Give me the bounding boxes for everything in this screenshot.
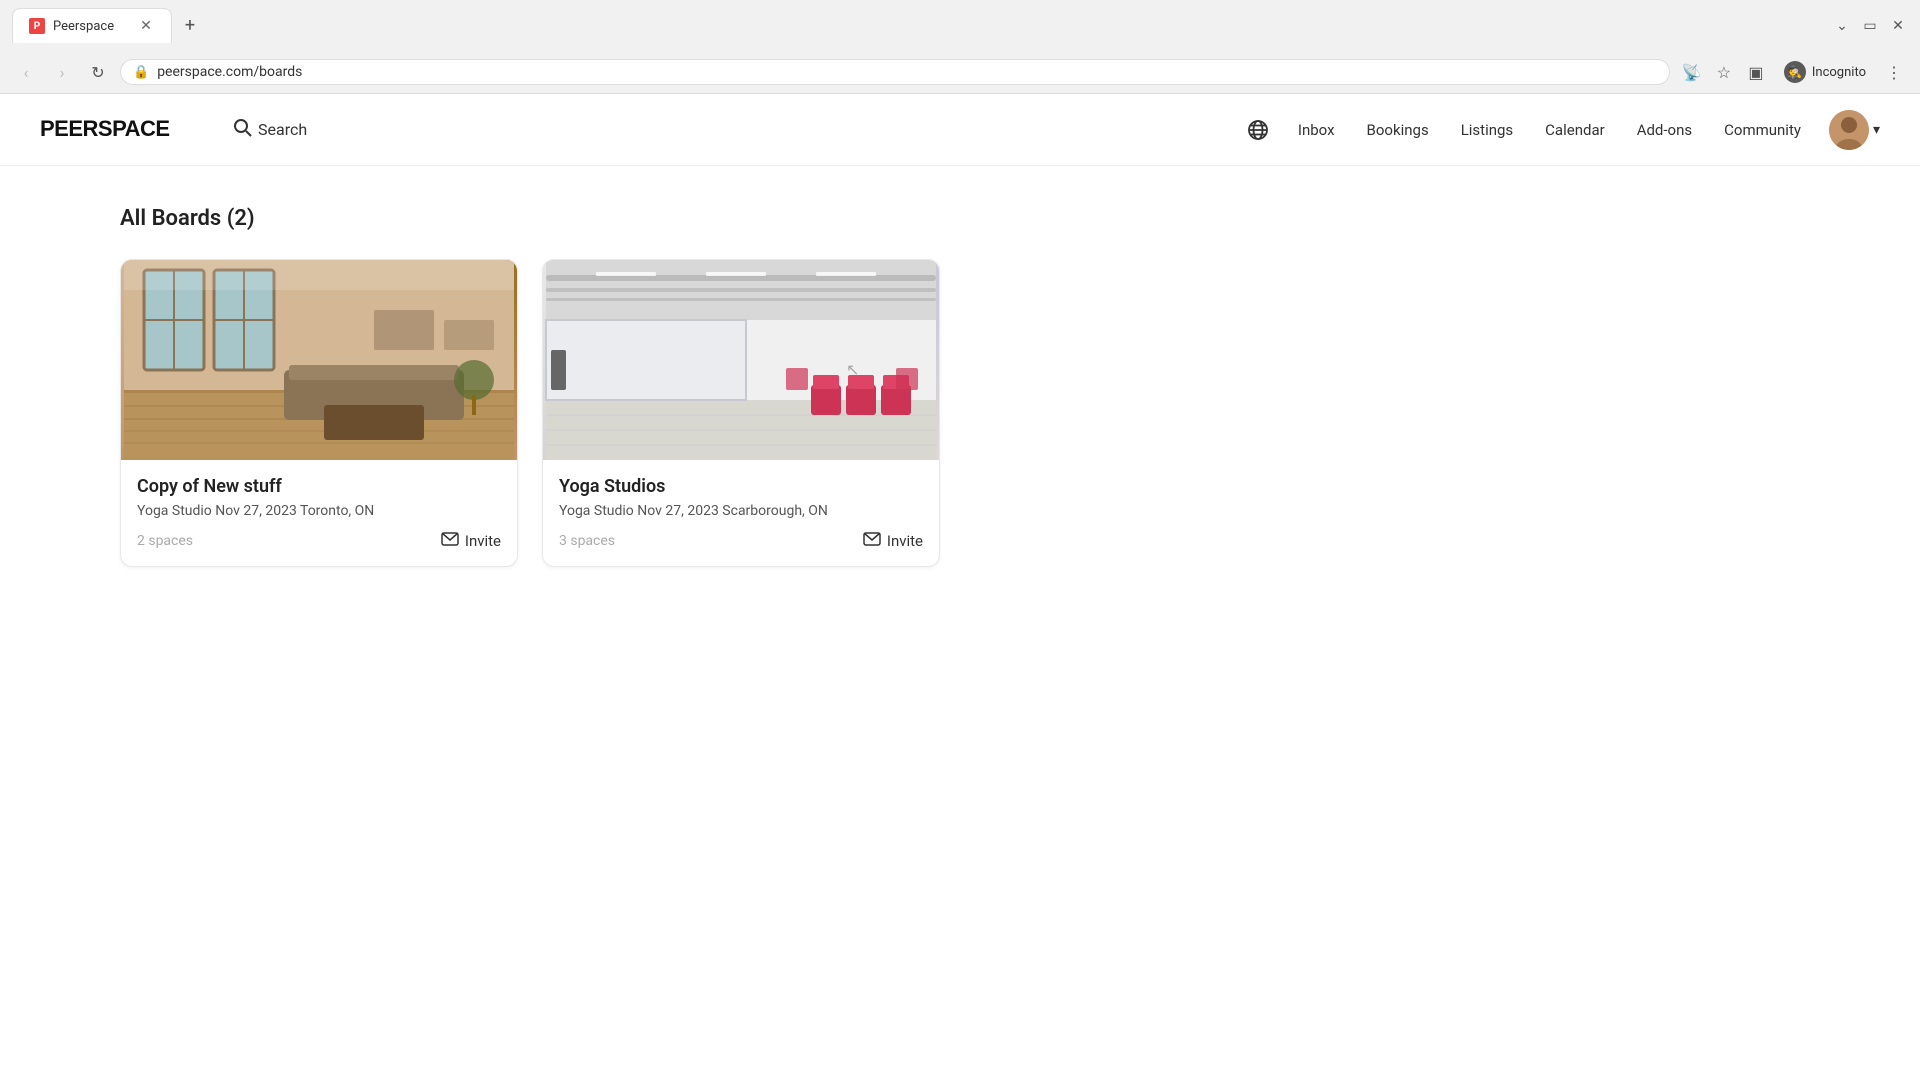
- nav-bookings[interactable]: Bookings: [1355, 113, 1441, 147]
- nav-listings[interactable]: Listings: [1449, 113, 1525, 147]
- globe-icon: [1247, 119, 1269, 141]
- close-button[interactable]: ✕: [1888, 16, 1908, 36]
- nav-community[interactable]: Community: [1712, 113, 1813, 147]
- new-tab-button[interactable]: +: [176, 12, 204, 40]
- window-icon[interactable]: ▣: [1742, 58, 1770, 86]
- refresh-button[interactable]: ↻: [84, 58, 112, 86]
- bookmark-icon[interactable]: ☆: [1710, 58, 1738, 86]
- main-content: All Boards (2): [0, 166, 1920, 607]
- back-button[interactable]: ‹: [12, 58, 40, 86]
- board-1-scene: [121, 260, 517, 460]
- board-2-subtitle: Yoga Studio Nov 27, 2023 Scarborough, ON: [559, 503, 923, 519]
- mail-icon-2: [863, 531, 881, 550]
- address-bar[interactable]: 🔒 peerspace.com/boards: [120, 59, 1670, 85]
- board-2-info: Yoga Studios Yoga Studio Nov 27, 2023 Sc…: [543, 460, 939, 566]
- minimize-button[interactable]: ⌄: [1832, 16, 1852, 36]
- tab-title: Peerspace: [53, 19, 114, 34]
- boards-grid: Copy of New stuff Yoga Studio Nov 27, 20…: [120, 259, 940, 567]
- chevron-down-icon: ▾: [1873, 122, 1880, 138]
- logo-svg: PEERSPACE: [40, 112, 200, 142]
- board-1-image: [121, 260, 517, 460]
- board-1-invite-label: Invite: [465, 532, 501, 550]
- board-1-title: Copy of New stuff: [137, 476, 501, 497]
- search-icon: [232, 117, 252, 142]
- logo[interactable]: PEERSPACE: [40, 112, 200, 148]
- board-2-image: ↖: [543, 260, 939, 460]
- active-tab[interactable]: P Peerspace ✕: [12, 8, 172, 43]
- incognito-button[interactable]: 🕵 Incognito: [1774, 57, 1876, 87]
- nav-addons[interactable]: Add-ons: [1625, 113, 1704, 147]
- window-controls: ⌄ ▭ ✕: [1832, 16, 1908, 36]
- svg-text:PEERSPACE: PEERSPACE: [40, 116, 170, 141]
- site-header: PEERSPACE Search Inbox Bookings Listings…: [0, 94, 1920, 166]
- board-1-info: Copy of New stuff Yoga Studio Nov 27, 20…: [121, 460, 517, 566]
- avatar-image: [1829, 110, 1869, 150]
- board-card-2[interactable]: ↖ Yoga Studios Yoga Studio Nov 27, 2023 …: [542, 259, 940, 567]
- board-2-invite-button[interactable]: Invite: [863, 531, 923, 550]
- globe-button[interactable]: [1238, 110, 1278, 150]
- board-1-subtitle: Yoga Studio Nov 27, 2023 Toronto, ON: [137, 503, 501, 519]
- incognito-label: Incognito: [1812, 65, 1866, 80]
- board-1-invite-button[interactable]: Invite: [441, 531, 501, 550]
- nav-inbox[interactable]: Inbox: [1286, 113, 1347, 147]
- boards-heading: All Boards (2): [120, 206, 1800, 231]
- forward-button[interactable]: ›: [48, 58, 76, 86]
- nav-calendar[interactable]: Calendar: [1533, 113, 1617, 147]
- board-1-spaces: 2 spaces: [137, 533, 193, 549]
- avatar: [1829, 110, 1869, 150]
- more-button[interactable]: ⋮: [1880, 58, 1908, 86]
- board-1-footer: 2 spaces Invite: [137, 531, 501, 550]
- browser-chrome: P Peerspace ✕ + ⌄ ▭ ✕ ‹ › ↻ 🔒 peerspace.…: [0, 0, 1920, 94]
- header-nav: Inbox Bookings Listings Calendar Add-ons…: [1238, 110, 1880, 150]
- svg-text:↖: ↖: [846, 360, 859, 379]
- board-2-spaces: 3 spaces: [559, 533, 615, 549]
- url-display: peerspace.com/boards: [157, 64, 1657, 80]
- board-card-1[interactable]: Copy of New stuff Yoga Studio Nov 27, 20…: [120, 259, 518, 567]
- board-2-scene: ↖: [543, 260, 939, 460]
- tab-close-button[interactable]: ✕: [137, 17, 155, 35]
- search-button[interactable]: Search: [232, 117, 307, 142]
- mail-icon: [441, 531, 459, 550]
- browser-titlebar: P Peerspace ✕ + ⌄ ▭ ✕: [0, 0, 1920, 51]
- board-2-footer: 3 spaces Invite: [559, 531, 923, 550]
- toolbar-icons: 📡 ☆ ▣ 🕵 Incognito ⋮: [1678, 57, 1908, 87]
- browser-toolbar: ‹ › ↻ 🔒 peerspace.com/boards 📡 ☆ ▣ 🕵 Inc…: [0, 51, 1920, 93]
- search-label: Search: [258, 120, 307, 139]
- incognito-icon: 🕵: [1784, 61, 1806, 83]
- tab-favicon: P: [29, 18, 45, 34]
- board-2-invite-label: Invite: [887, 532, 923, 550]
- lock-icon: 🔒: [133, 65, 149, 80]
- maximize-button[interactable]: ▭: [1860, 16, 1880, 36]
- tab-bar: P Peerspace ✕ +: [12, 8, 204, 43]
- user-menu[interactable]: ▾: [1829, 110, 1880, 150]
- board-2-title: Yoga Studios: [559, 476, 923, 497]
- cast-icon[interactable]: 📡: [1678, 58, 1706, 86]
